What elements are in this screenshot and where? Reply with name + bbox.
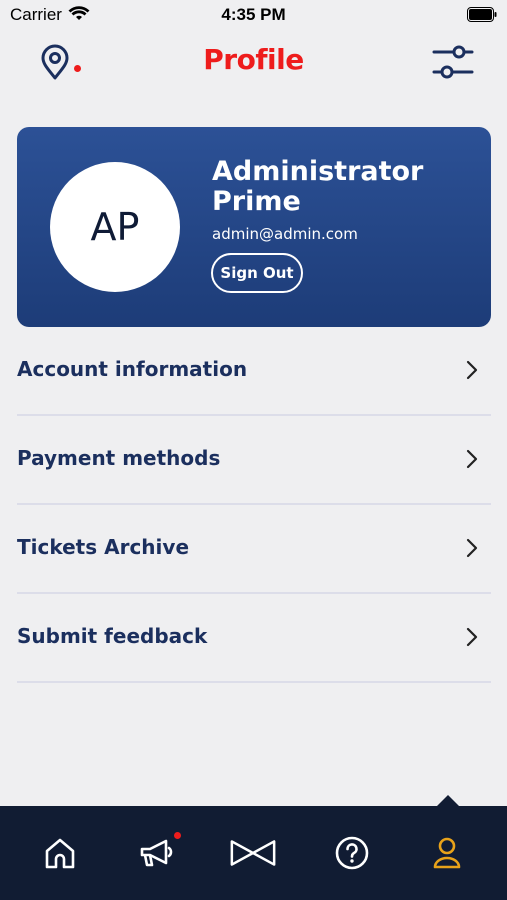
profile-email: admin@admin.com: [212, 225, 358, 243]
tab-bar: [0, 806, 507, 900]
profile-card: AP Administrator Prime admin@admin.com S…: [17, 127, 491, 327]
menu-item-label: Payment methods: [17, 446, 221, 470]
sign-out-button[interactable]: Sign Out: [211, 253, 303, 293]
status-bar: Carrier 4:35 PM: [0, 0, 507, 30]
chevron-right-icon: [465, 360, 479, 380]
battery-icon: [467, 7, 497, 22]
chevron-right-icon: [465, 538, 479, 558]
bowtie-icon[interactable]: [228, 828, 278, 878]
chevron-right-icon: [465, 449, 479, 469]
user-icon[interactable]: [422, 828, 472, 878]
chevron-right-icon: [465, 627, 479, 647]
home-icon[interactable]: [35, 828, 85, 878]
status-time: 4:35 PM: [221, 5, 286, 24]
header: Profile: [0, 30, 507, 94]
menu-item-tickets-archive[interactable]: Tickets Archive: [17, 505, 491, 594]
menu-item-label: Tickets Archive: [17, 535, 190, 559]
notification-dot: [174, 832, 181, 839]
menu-item-label: Submit feedback: [17, 624, 208, 648]
menu-item-submit-feedback[interactable]: Submit feedback: [17, 594, 491, 683]
avatar: AP: [50, 162, 180, 292]
profile-name: Administrator Prime: [212, 156, 424, 217]
profile-menu: Account information Payment methods Tick…: [17, 327, 491, 683]
menu-item-payment-methods[interactable]: Payment methods: [17, 416, 491, 505]
menu-item-label: Account information: [17, 357, 248, 381]
menu-item-account-information[interactable]: Account information: [17, 327, 491, 416]
active-tab-indicator: [437, 795, 459, 806]
filter-sliders-icon[interactable]: [428, 42, 478, 86]
help-icon[interactable]: [327, 828, 377, 878]
